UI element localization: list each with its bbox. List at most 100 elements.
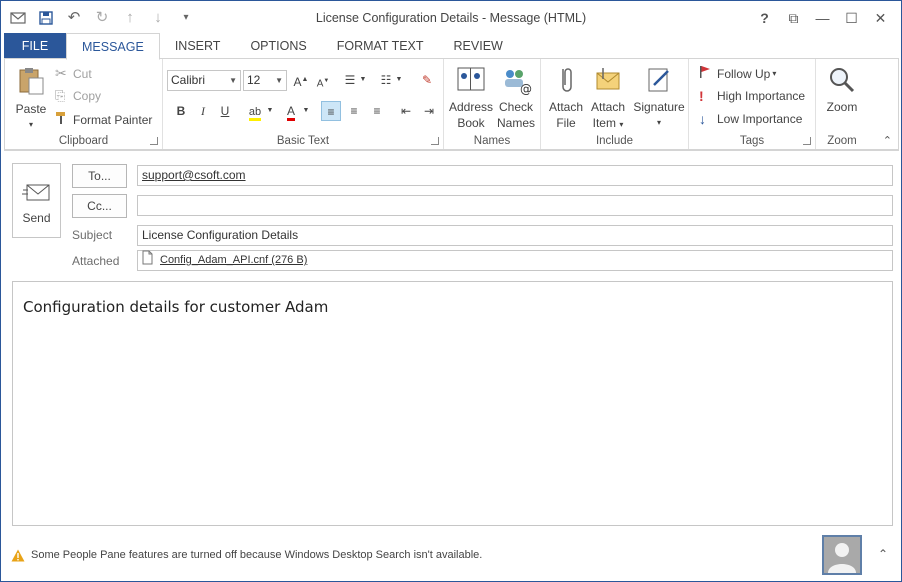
follow-up-dropdown-icon: ▾ [772, 69, 777, 78]
copy-button[interactable]: ⎘ Copy [55, 88, 101, 104]
to-button[interactable]: To... [72, 164, 127, 188]
address-book-button[interactable]: Address Book [448, 65, 494, 131]
cut-button[interactable]: ✂ Cut [55, 65, 92, 82]
to-field[interactable]: support@csoft.com [137, 165, 893, 186]
ribbon-display-options-button[interactable]: ⧉ [779, 7, 808, 29]
numbering-dropdown-icon[interactable]: ▼ [394, 70, 404, 90]
shrink-font-icon[interactable]: A▼ [313, 71, 333, 91]
low-importance-label: Low Importance [717, 112, 803, 126]
format-painter-button[interactable]: Format Painter [55, 111, 152, 128]
cc-button[interactable]: Cc... [72, 194, 127, 218]
tab-format-text[interactable]: FORMAT TEXT [322, 33, 439, 59]
send-button[interactable]: Send [12, 163, 61, 238]
tab-message[interactable]: MESSAGE [66, 33, 160, 60]
font-size-value: 12 [247, 73, 261, 87]
message-body[interactable]: Configuration details for customer Adam [12, 281, 893, 526]
high-importance-label: High Importance [717, 89, 806, 103]
subject-field[interactable]: License Configuration Details [137, 225, 893, 246]
highlight-icon[interactable]: ab [245, 101, 265, 121]
copy-icon: ⎘ [55, 88, 66, 103]
magnifier-icon [830, 68, 855, 93]
check-names-label-1: Check [498, 100, 533, 114]
font-size-combo[interactable]: 12 ▼ [243, 70, 287, 91]
subject-label: Subject [72, 228, 113, 242]
attach-item-button[interactable]: Attach Item ▾ [587, 65, 629, 133]
tab-insert[interactable]: INSERT [160, 33, 236, 59]
font-name-combo[interactable]: Calibri ▼ [167, 70, 241, 91]
send-label: Send [22, 211, 51, 225]
decrease-indent-icon[interactable]: ⇤ [396, 101, 416, 121]
warning-icon [11, 549, 25, 565]
clipboard-group: Paste ▾ ✂ Cut ⎘ Copy Format Painter Clip… [5, 59, 163, 149]
follow-up-button[interactable]: Follow Up ▾ [699, 65, 776, 82]
scissors-icon: ✂ [55, 65, 67, 81]
bullets-icon[interactable]: ☰ [340, 70, 360, 90]
svg-text:@: @ [520, 82, 532, 95]
numbering-icon[interactable]: ☷ [376, 70, 396, 90]
align-right-icon[interactable]: ≡ [367, 101, 387, 121]
attach-file-label-2: File [556, 116, 576, 130]
paste-label: Paste [15, 102, 47, 116]
italic-icon[interactable]: I [193, 101, 213, 121]
low-importance-button[interactable]: ↓ Low Importance [699, 111, 802, 127]
clipboard-group-label: Clipboard [58, 135, 109, 147]
minimize-button[interactable]: — [808, 7, 837, 29]
tags-group-label: Tags [739, 135, 765, 147]
person-icon [828, 543, 856, 573]
include-group: Attach File Attach Item ▾ Signature ▾ In… [541, 59, 689, 149]
window-controls: ? ⧉ — ☐ ✕ [750, 7, 895, 29]
help-button[interactable]: ? [750, 7, 779, 29]
font-color-icon[interactable]: A [281, 101, 301, 121]
ribbon: Paste ▾ ✂ Cut ⎘ Copy Format Painter Clip… [4, 58, 899, 150]
signature-dropdown-icon: ▾ [656, 118, 661, 127]
cut-label: Cut [73, 66, 92, 81]
follow-up-label: Follow Up [717, 66, 771, 81]
zoom-label: Zoom [826, 100, 858, 114]
tab-review[interactable]: REVIEW [439, 33, 518, 59]
collapse-ribbon-icon[interactable]: ⌃ [883, 134, 892, 147]
align-left-icon[interactable]: ≡ [321, 101, 341, 121]
attach-file-label-1: Attach [548, 100, 584, 114]
underline-icon[interactable]: U [215, 101, 235, 121]
maximize-button[interactable]: ☐ [837, 7, 866, 29]
basic-text-dialog-launcher-icon[interactable] [431, 137, 439, 145]
document-icon [142, 250, 156, 271]
high-importance-button[interactable]: ! High Importance [699, 88, 805, 104]
attach-file-button[interactable]: Attach File [545, 65, 587, 131]
check-names-button[interactable]: @ Check Names [494, 65, 538, 131]
basic-text-group: Calibri ▼ 12 ▼ A▲ A▼ ☰ ▼ ☷ ▼ ✎ B I U ab … [163, 59, 444, 149]
zoom-button[interactable]: Zoom [820, 65, 864, 115]
paste-icon [19, 68, 44, 95]
signature-button[interactable]: Signature ▾ [631, 65, 687, 131]
bold-icon[interactable]: B [171, 101, 191, 121]
include-group-label: Include [595, 135, 634, 147]
increase-indent-icon[interactable]: ⇥ [419, 101, 439, 121]
close-button[interactable]: ✕ [866, 7, 895, 29]
people-pane-message: Some People Pane features are turned off… [31, 549, 483, 561]
font-color-dropdown-icon[interactable]: ▼ [301, 101, 311, 121]
align-center-icon[interactable]: ≡ [344, 101, 364, 121]
tags-group: Follow Up ▾ ! High Importance ↓ Low Impo… [689, 59, 816, 149]
compose-area: Send To... support@csoft.com Cc... Subje… [4, 150, 899, 540]
message-body-text: Configuration details for customer Adam [23, 298, 329, 316]
low-importance-icon: ↓ [699, 111, 706, 127]
to-recipient[interactable]: support@csoft.com [142, 168, 246, 182]
clear-formatting-icon[interactable]: ✎ [417, 70, 437, 90]
cc-field[interactable] [137, 195, 893, 216]
tab-file[interactable]: FILE [4, 33, 66, 59]
attach-item-icon [596, 68, 620, 90]
people-pane-toggle-icon[interactable]: ⌃ [878, 547, 888, 561]
people-pane-bar: Some People Pane features are turned off… [1, 535, 901, 581]
avatar[interactable] [822, 535, 862, 575]
tab-options[interactable]: OPTIONS [235, 33, 321, 59]
attachment-field: Config_Adam_API.cnf (276 B) [137, 250, 893, 271]
bullets-dropdown-icon[interactable]: ▼ [358, 70, 368, 90]
attachment-item[interactable]: Config_Adam_API.cnf (276 B) [160, 251, 307, 270]
attach-item-label-2: Item ▾ [592, 116, 624, 130]
clipboard-dialog-launcher-icon[interactable] [150, 137, 158, 145]
highlight-dropdown-icon[interactable]: ▼ [265, 101, 275, 121]
grow-font-icon[interactable]: A▲ [291, 70, 311, 90]
paste-button[interactable]: Paste ▾ [11, 65, 51, 133]
tags-dialog-launcher-icon[interactable] [803, 137, 811, 145]
zoom-group-label: Zoom [827, 135, 857, 147]
